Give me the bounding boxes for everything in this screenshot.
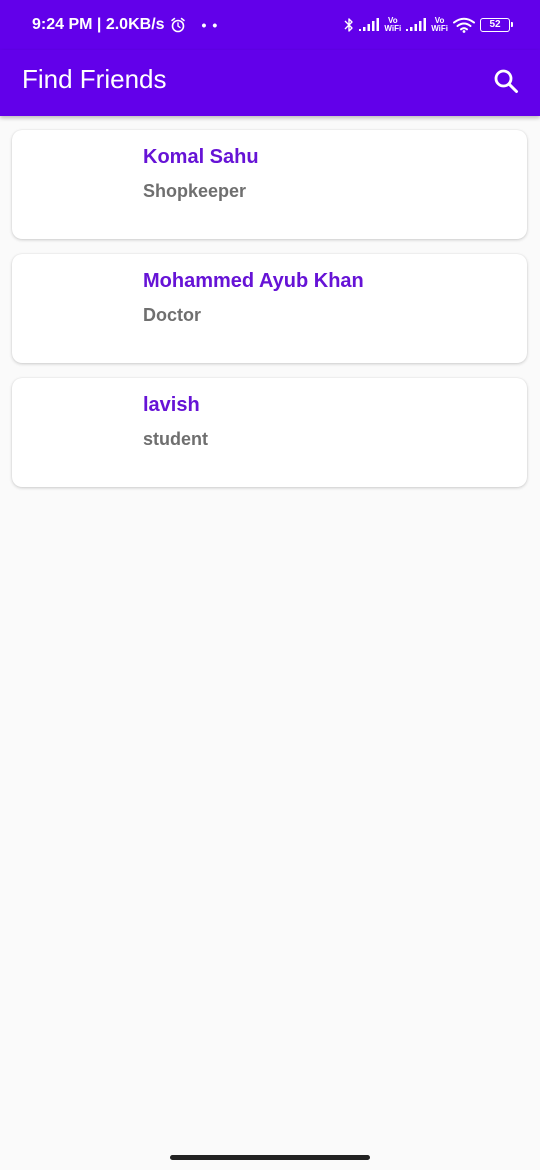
search-icon: [494, 69, 518, 93]
friend-name: Komal Sahu: [143, 146, 259, 168]
friend-card[interactable]: Mohammed Ayub Khan Doctor: [12, 254, 527, 363]
vowifi-indicator-1: Vo WiFi: [384, 16, 402, 33]
friend-role: student: [143, 429, 208, 449]
status-left: 9:24 PM | 2.0KB/s • •: [32, 14, 218, 36]
alarm-icon: [170, 17, 185, 33]
friend-card[interactable]: Komal Sahu Shopkeeper: [12, 130, 527, 239]
bluetooth-icon: [344, 18, 354, 32]
status-bar: 9:24 PM | 2.0KB/s • • Vo WiFi Vo WiFi 52: [0, 0, 540, 50]
app-bar: Find Friends: [0, 50, 540, 116]
vowifi-indicator-2: Vo WiFi: [431, 16, 448, 33]
avatar: [36, 268, 116, 348]
status-right: Vo WiFi Vo WiFi 52: [339, 14, 513, 36]
search-button[interactable]: [490, 65, 522, 97]
friend-name: lavish: [143, 394, 200, 416]
friend-role: Shopkeeper: [143, 181, 247, 201]
friend-role: Doctor: [143, 305, 201, 325]
page-title: Find Friends: [22, 64, 167, 94]
battery-icon: 52: [480, 18, 513, 32]
wifi-icon: [453, 17, 475, 33]
gesture-nav-handle[interactable]: [170, 1155, 370, 1160]
avatar: [36, 144, 116, 224]
avatar: [36, 392, 116, 472]
signal-icon: [406, 18, 427, 31]
friend-card[interactable]: lavish student: [12, 378, 527, 487]
friends-list: Komal Sahu Shopkeeper Mohammed Ayub Khan…: [12, 130, 527, 502]
friend-name: Mohammed Ayub Khan: [143, 270, 364, 292]
status-time: 9:24 PM | 2.0KB/s: [32, 16, 165, 33]
notification-dots: • •: [201, 17, 219, 33]
signal-icon: [359, 18, 380, 31]
